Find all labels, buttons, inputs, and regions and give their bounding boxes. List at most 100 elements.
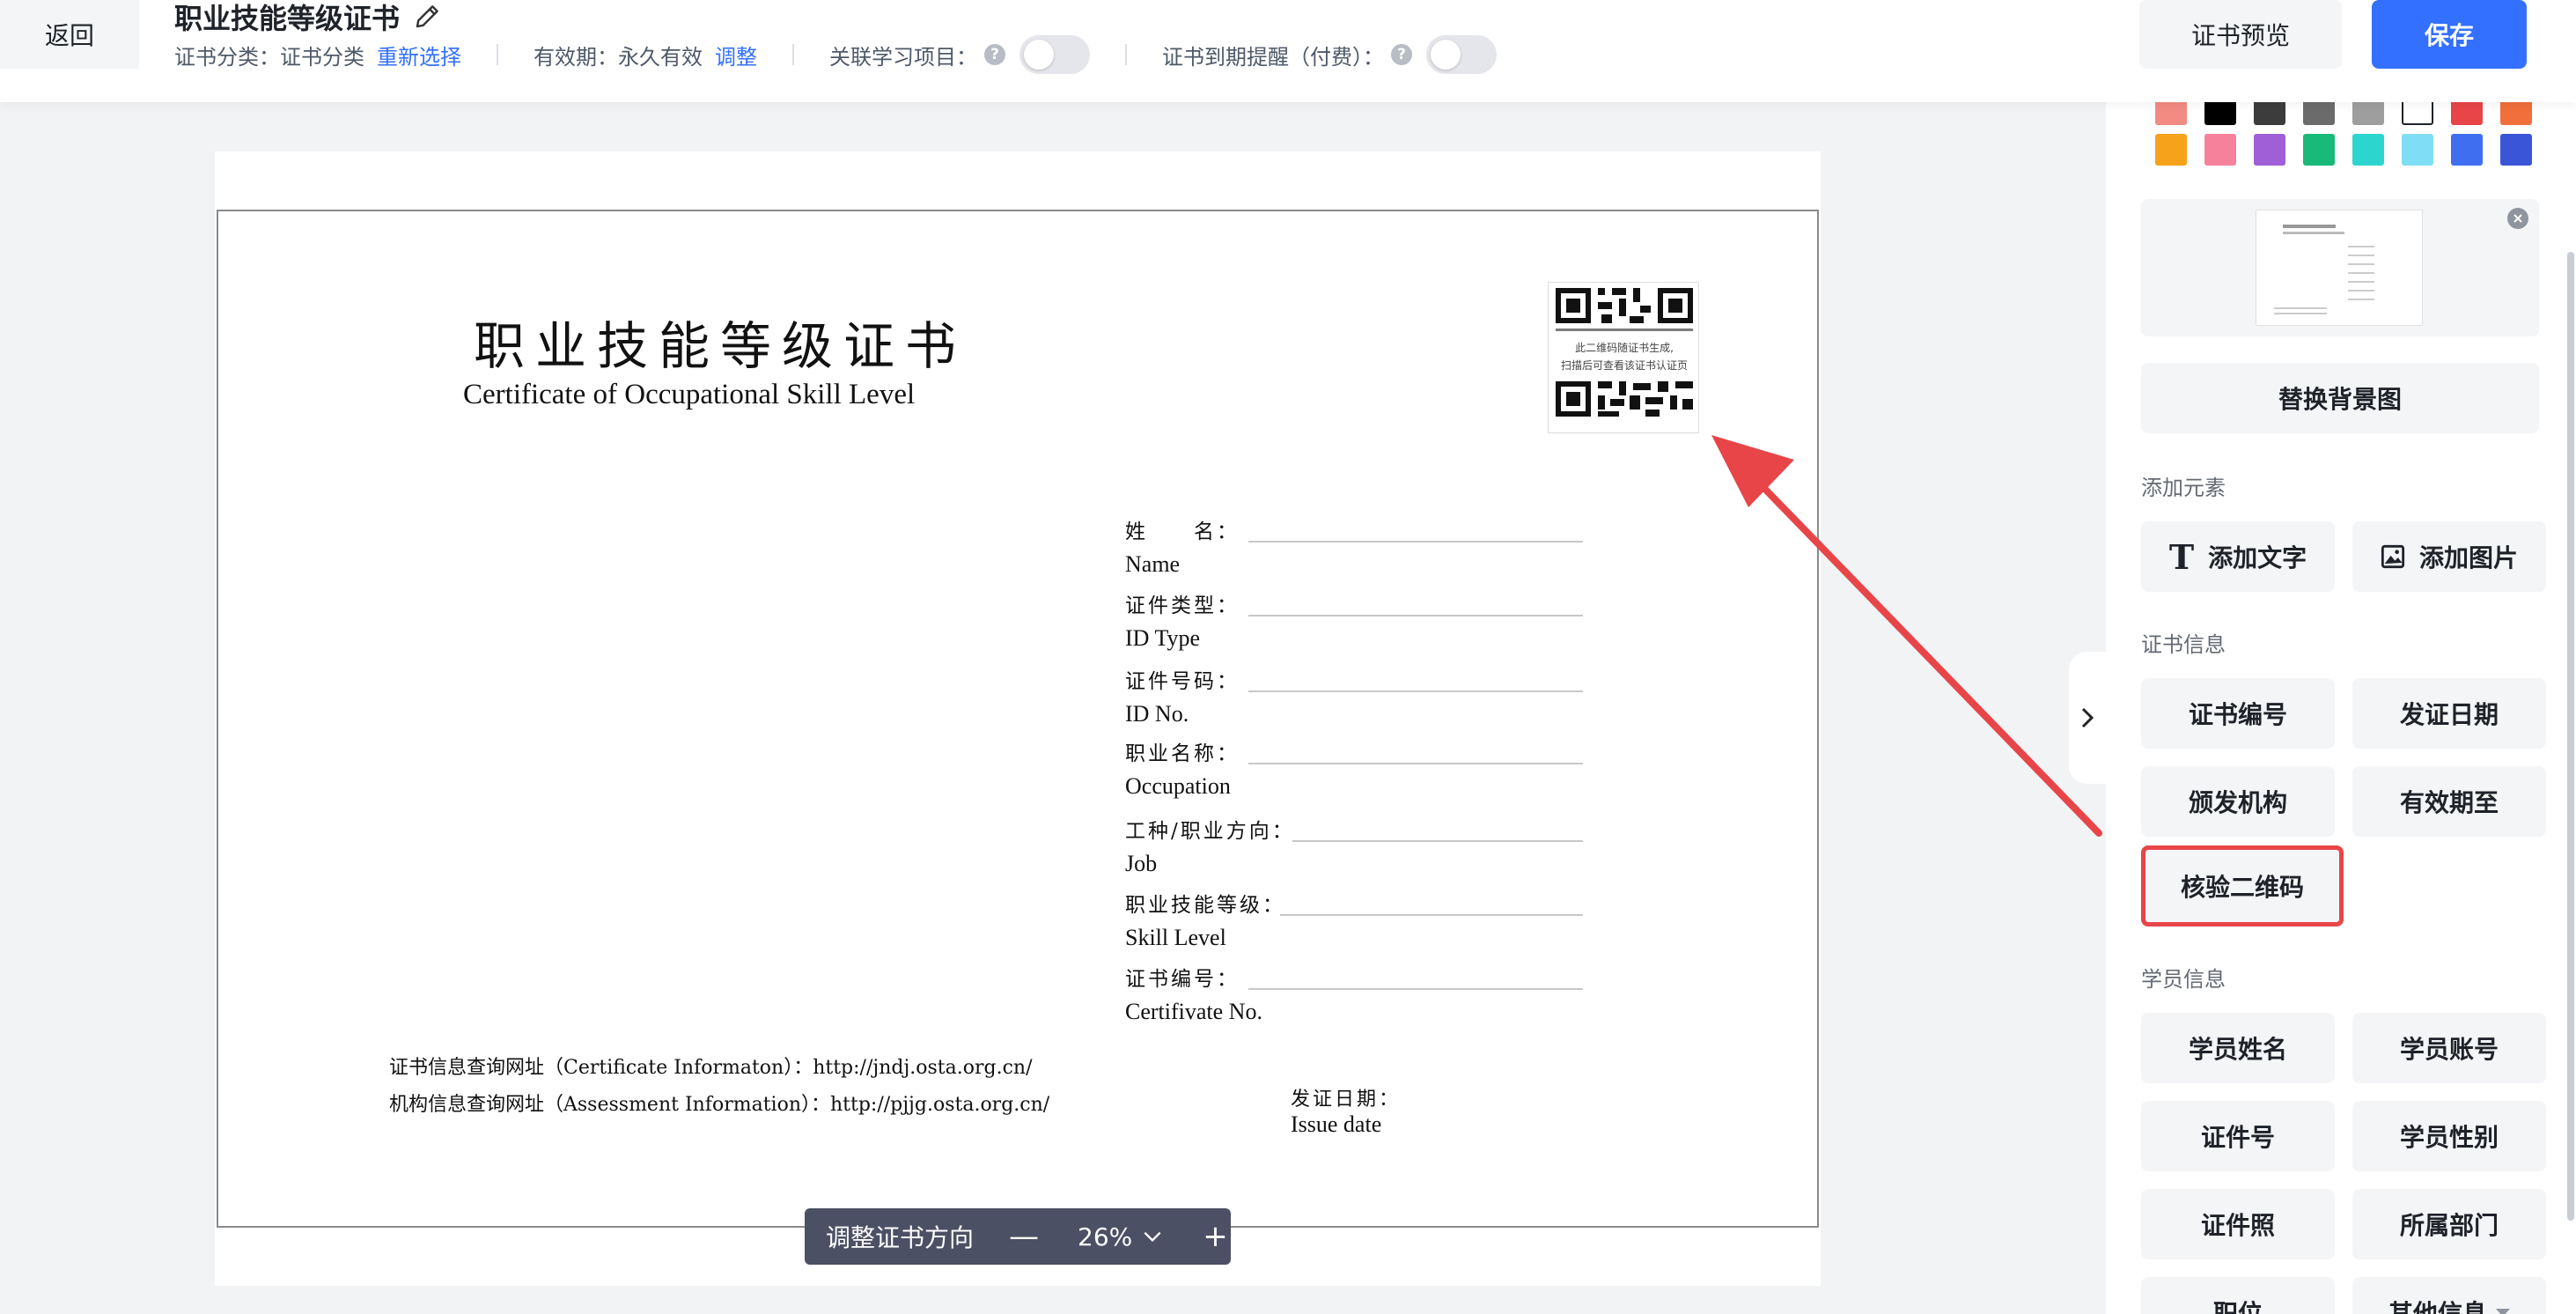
certificate-preview-button[interactable]: 证书预览: [2139, 0, 2342, 69]
chevron-down-icon[interactable]: [1141, 1225, 1164, 1248]
color-swatch[interactable]: [2402, 134, 2433, 166]
category-label: 证书分类：: [174, 44, 280, 70]
field-certificate-number[interactable]: 证书编号： Certifivate No.: [1125, 962, 1583, 1025]
back-button[interactable]: 返回: [0, 0, 139, 69]
other-info-dropdown[interactable]: 其他信息: [2352, 1277, 2546, 1314]
color-swatch[interactable]: [2254, 102, 2285, 125]
verification-qr-button[interactable]: 核验二维码: [2141, 845, 2344, 926]
field-label-cn: 职业名称：: [1125, 742, 1240, 765]
field-underline: [1248, 690, 1583, 692]
certificate-title-cn[interactable]: 职业技能等级证书: [474, 305, 1354, 379]
validity-value: 永久有效: [618, 44, 703, 70]
verification-qr-code[interactable]: 此二维码随证书生成, 扫描后可查看该证书认证页: [1548, 282, 1699, 433]
color-swatch[interactable]: [2155, 134, 2187, 166]
zoom-level[interactable]: 26%: [1078, 1222, 1132, 1251]
add-image-label: 添加图片: [2418, 543, 2518, 572]
divider: [497, 44, 498, 65]
field-id-type[interactable]: 证件类型： ID Type: [1125, 588, 1583, 652]
color-swatch[interactable]: [2352, 134, 2384, 166]
color-swatch[interactable]: [2500, 102, 2532, 125]
id-photo-button[interactable]: 证件照: [2141, 1189, 2335, 1259]
qr-caption-line-2: 扫描后可查看该证书认证页: [1560, 359, 1688, 372]
certificate-title-en[interactable]: Certificate of Occupational Skill Level: [463, 379, 1343, 411]
issue-date-label-en[interactable]: Issue date: [1291, 1111, 1381, 1138]
field-underline: [1292, 840, 1583, 842]
certificate-title: 职业技能等级证书: [174, 2, 401, 35]
color-swatch[interactable]: [2402, 102, 2433, 125]
id-number-button[interactable]: 证件号: [2141, 1101, 2335, 1171]
student-info-heading: 学员信息: [2141, 967, 2226, 992]
issue-date-label-cn[interactable]: 发证日期：: [1291, 1083, 1401, 1111]
color-swatch[interactable]: [2155, 102, 2187, 125]
field-underline: [1248, 763, 1583, 764]
reselect-category-link[interactable]: 重新选择: [377, 40, 461, 70]
color-swatch[interactable]: [2204, 134, 2236, 166]
adjust-validity-link[interactable]: 调整: [715, 40, 757, 70]
background-preview-image: [2256, 210, 2423, 326]
field-label-cn: 证件类型：: [1125, 594, 1240, 617]
remove-background-icon[interactable]: [2507, 208, 2528, 229]
color-swatch[interactable]: [2352, 102, 2384, 125]
add-text-button[interactable]: T 添加文字: [2141, 521, 2335, 592]
field-label-en: Occupation: [1125, 773, 1231, 799]
help-icon[interactable]: ?: [984, 44, 1005, 65]
certificate-info-heading: 证书信息: [2141, 632, 2226, 657]
department-button[interactable]: 所属部门: [2352, 1189, 2546, 1259]
color-swatch[interactable]: [2303, 134, 2335, 166]
divider: [1125, 44, 1127, 65]
element-panel: 替换背景图 添加元素 T 添加文字 添加图片 证书信息 证书编号 发证日期 颁发…: [2106, 102, 2576, 1314]
field-underline: [1248, 615, 1583, 616]
color-swatch[interactable]: [2254, 134, 2285, 166]
replace-background-button[interactable]: 替换背景图: [2141, 363, 2539, 433]
color-swatch[interactable]: [2204, 102, 2236, 125]
field-label-en: Name: [1125, 551, 1181, 577]
certificate-meta-row: 证书分类： 证书分类 重新选择 有效期： 永久有效 调整 关联学习项目： ? 证…: [174, 35, 1497, 74]
chevron-right-icon: [2081, 707, 2094, 728]
field-occupation[interactable]: 职业名称： Occupation: [1125, 736, 1583, 800]
divider: [792, 44, 794, 65]
color-swatch[interactable]: [2451, 102, 2483, 125]
image-icon: [2381, 544, 2405, 569]
color-swatch[interactable]: [2500, 134, 2532, 166]
field-underline: [1248, 988, 1583, 990]
color-swatch[interactable]: [2451, 134, 2483, 166]
panel-scrollbar[interactable]: [2567, 252, 2574, 1221]
qr-caption: 此二维码随证书生成, 扫描后可查看该证书认证页: [1549, 339, 1700, 374]
certificate-query-url[interactable]: 证书信息查询网址（Certificate Informaton）：http://…: [389, 1052, 1033, 1080]
expiry-reminder-toggle[interactable]: [1426, 35, 1497, 74]
add-image-button[interactable]: 添加图片: [2352, 521, 2546, 592]
field-label-cn: 姓 名：: [1125, 520, 1240, 543]
help-icon[interactable]: ?: [1391, 44, 1412, 65]
student-account-button[interactable]: 学员账号: [2352, 1013, 2546, 1083]
adjust-orientation-button[interactable]: 调整证书方向: [826, 1219, 974, 1254]
certificate-thumbnail-icon: [2274, 225, 2374, 314]
issue-date-button[interactable]: 发证日期: [2352, 678, 2546, 749]
validity-label: 有效期：: [534, 44, 618, 70]
toggle-knob: [1431, 40, 1461, 70]
zoom-in-button[interactable]: +: [1203, 1219, 1228, 1254]
color-swatch[interactable]: [2303, 102, 2335, 125]
issuing-authority-button[interactable]: 颁发机构: [2141, 766, 2335, 837]
field-label-cn: 职业技能等级：: [1125, 894, 1285, 917]
caret-down-icon: [2496, 1308, 2510, 1314]
pencil-edit-icon[interactable]: [412, 0, 444, 32]
certificate-number-button[interactable]: 证书编号: [2141, 678, 2335, 749]
field-label-en: Skill Level: [1125, 925, 1226, 950]
toggle-knob: [1024, 40, 1054, 70]
field-job[interactable]: 工种/职业方向： Job: [1125, 814, 1583, 877]
save-button[interactable]: 保存: [2372, 0, 2527, 69]
background-thumbnail[interactable]: [2141, 199, 2539, 336]
student-name-button[interactable]: 学员姓名: [2141, 1013, 2335, 1083]
link-project-label: 关联学习项目：: [829, 44, 977, 70]
position-button[interactable]: 职位: [2141, 1277, 2335, 1314]
student-gender-button[interactable]: 学员性别: [2352, 1101, 2546, 1171]
link-project-toggle[interactable]: [1019, 35, 1090, 74]
field-name[interactable]: 姓 名： Name: [1125, 514, 1583, 578]
assessment-query-url[interactable]: 机构信息查询网址（Assessment Information）：http://…: [389, 1089, 1049, 1117]
zoom-out-button[interactable]: —: [1009, 1219, 1039, 1254]
field-id-number[interactable]: 证件号码： ID No.: [1125, 664, 1583, 727]
field-skill-level[interactable]: 职业技能等级： Skill Level: [1125, 888, 1583, 951]
collapse-panel-button[interactable]: [2069, 652, 2106, 784]
qr-caption-line-1: 此二维码随证书生成,: [1575, 342, 1674, 354]
valid-until-button[interactable]: 有效期至: [2352, 766, 2546, 837]
